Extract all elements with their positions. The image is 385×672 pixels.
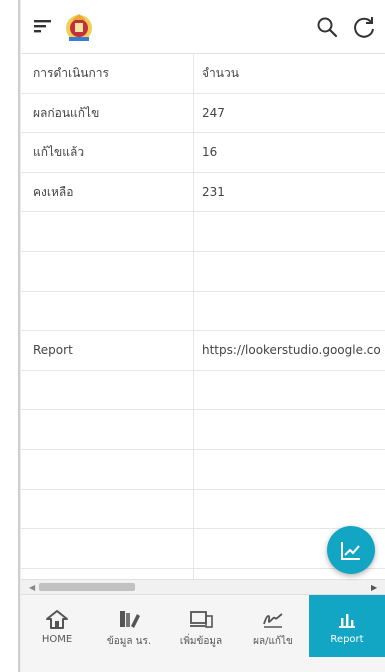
nav-item-results[interactable]: ผล/แก้ไข: [237, 595, 309, 657]
column-header: จำนวน: [202, 66, 239, 80]
table-cell: [33, 529, 193, 568]
report-link[interactable]: https://lookerstudio.google.co: [202, 331, 385, 370]
table-cell: [202, 371, 385, 410]
nav-label: ข้อมูล นร.: [106, 636, 152, 647]
nav-item-student-data[interactable]: ข้อมูล นร.: [93, 595, 165, 657]
home-icon: [46, 610, 68, 629]
table-cell: [202, 212, 385, 251]
table-cell: [33, 212, 193, 251]
table-cell: คงเหลือ: [33, 184, 74, 199]
table-cell: [202, 410, 385, 449]
table-cell: [202, 490, 385, 529]
table-cell: Report: [33, 343, 73, 358]
nav-label: HOME: [41, 634, 73, 645]
menu-icon[interactable]: [33, 16, 55, 36]
nav-label: Report: [330, 634, 364, 645]
table-cell: ผลก่อนแก้ไข: [33, 105, 100, 120]
nav-item-home[interactable]: HOME: [21, 595, 93, 657]
table-row[interactable]: คงเหลือ 231: [21, 173, 385, 213]
devices-icon: [190, 611, 213, 628]
table-cell: [202, 450, 385, 489]
table-row[interactable]: แก้ไขแล้ว 16: [21, 133, 385, 173]
scroll-right-arrow-icon[interactable]: ▶: [371, 583, 377, 592]
table-cell: [33, 410, 193, 449]
table-row[interactable]: [21, 212, 385, 252]
nav-item-report[interactable]: Report: [309, 595, 385, 657]
signature-icon: [263, 613, 283, 628]
table-cell: 16: [202, 145, 218, 160]
app-frame: การดำเนินการ จำนวน ผลก่อนแก้ไข 247 แก้ไขแ…: [21, 0, 385, 672]
bottom-navigation: HOME ข้อมูล นร. เพิ่มข้อมูล ผล/แก้ไข Rep…: [21, 594, 385, 672]
nav-label: ผล/แก้ไข: [253, 636, 293, 647]
chart-line-icon: [341, 542, 360, 560]
scroll-left-arrow-icon[interactable]: ◀: [29, 583, 35, 592]
column-divider: [193, 54, 194, 579]
table-cell: [33, 292, 193, 331]
table-cell: [202, 252, 385, 291]
table-row[interactable]: Report https://lookerstudio.google.co: [21, 331, 385, 371]
table-row[interactable]: [21, 292, 385, 332]
table-row[interactable]: [21, 371, 385, 411]
table-cell: [33, 450, 193, 489]
chart-fab-button[interactable]: [327, 526, 375, 574]
table-cell: 247: [202, 105, 225, 120]
student-data-icon: [120, 611, 140, 628]
column-header: การดำเนินการ: [33, 66, 109, 80]
emblem-logo: [66, 14, 92, 41]
nav-label: เพิ่มข้อมูล: [179, 636, 223, 647]
table-row[interactable]: ผลก่อนแก้ไข 247: [21, 94, 385, 134]
data-table: การดำเนินการ จำนวน ผลก่อนแก้ไข 247 แก้ไขแ…: [21, 54, 385, 569]
table-cell: [202, 292, 385, 331]
table-row[interactable]: [21, 450, 385, 490]
app-bar: [21, 0, 385, 54]
table-cell: [33, 490, 193, 529]
table-row[interactable]: [21, 252, 385, 292]
nav-item-add-data[interactable]: เพิ่มข้อมูล: [165, 595, 237, 657]
search-icon[interactable]: [315, 15, 339, 39]
table-cell: แก้ไขแล้ว: [33, 145, 85, 160]
table-cell: 231: [202, 184, 225, 199]
scrollbar-thumb[interactable]: [39, 583, 135, 591]
table-row[interactable]: [21, 410, 385, 450]
left-panel: [0, 0, 20, 672]
table-cell: [33, 371, 193, 410]
refresh-icon[interactable]: [351, 14, 377, 40]
bar-chart-icon: [339, 614, 355, 628]
table-row[interactable]: [21, 490, 385, 530]
panel-divider: [18, 0, 20, 672]
table-cell: [33, 252, 193, 291]
horizontal-scrollbar[interactable]: ◀ ▶: [21, 579, 385, 594]
table-header: การดำเนินการ จำนวน: [21, 54, 385, 94]
